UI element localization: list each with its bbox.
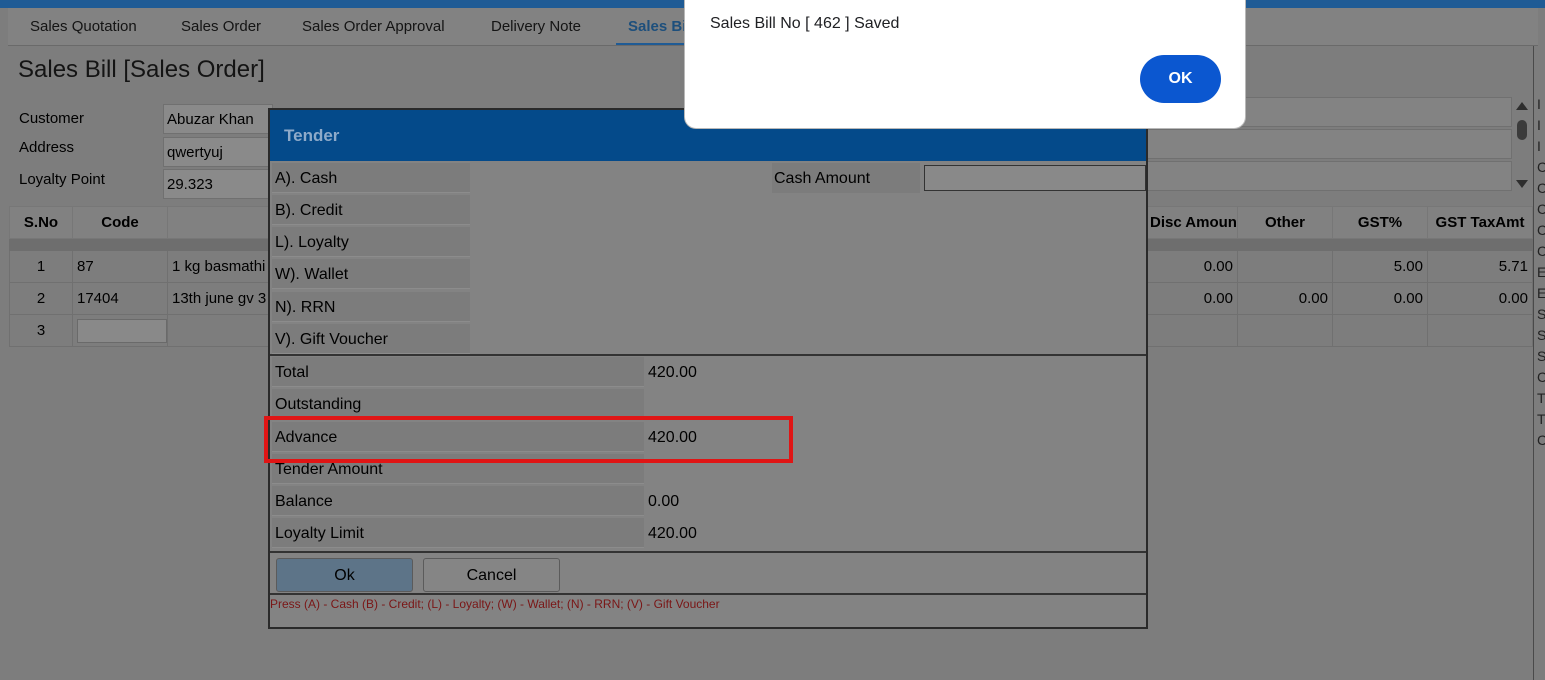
side-panel-label: S	[1537, 348, 1545, 364]
side-panel-label: I	[1537, 138, 1541, 154]
customer-field[interactable]: Abuzar Khan	[163, 104, 273, 134]
col-sno-header: S.No	[9, 206, 73, 239]
cell-code[interactable]: 87	[72, 250, 168, 283]
tender-modes: A). Cash B). Credit L). Loyalty W). Wall…	[270, 161, 1146, 356]
cell-sno: 3	[9, 314, 73, 347]
mode-rrn[interactable]: N). RRN	[272, 292, 470, 322]
code-input[interactable]	[77, 318, 167, 343]
page-title: Sales Bill [Sales Order]	[18, 56, 265, 83]
col-gst-pct-header: GST%	[1332, 206, 1428, 239]
summary-label: Loyalty Limit	[272, 518, 644, 548]
mode-cash[interactable]: A). Cash	[272, 163, 470, 193]
mode-loyalty[interactable]: L). Loyalty	[272, 227, 470, 257]
address-field[interactable]: qwertyuj	[163, 137, 273, 167]
side-panel-label: T	[1537, 411, 1545, 427]
advance-highlight-box	[264, 416, 793, 463]
header-scrollbar[interactable]	[1513, 98, 1531, 192]
address-label: Address	[19, 139, 75, 156]
scroll-down-icon[interactable]	[1516, 180, 1528, 188]
summary-label: Outstanding	[272, 389, 644, 419]
col-gst-taxamt-header: GST TaxAmt	[1427, 206, 1533, 239]
cell-code[interactable]: 17404	[72, 282, 168, 315]
summary-label: Total	[272, 357, 644, 387]
cell-sno: 2	[9, 282, 73, 315]
shortcut-hint: Press (A) - Cash (B) - Credit; (L) - Loy…	[270, 597, 720, 611]
tab-sales-order-approval[interactable]: Sales Order Approval	[302, 18, 445, 35]
side-panel-label: I	[1537, 117, 1541, 133]
col-other-header: Other	[1237, 206, 1333, 239]
side-panel-label: T	[1537, 390, 1545, 406]
tab-delivery-note[interactable]: Delivery Note	[491, 18, 581, 35]
side-panel-label: C	[1537, 369, 1545, 385]
cell-disc-amount[interactable]: 0.00	[1145, 282, 1238, 315]
cell-other[interactable]	[1237, 250, 1333, 283]
customer-label: Customer	[19, 110, 85, 127]
summary-value: 0.00	[648, 493, 680, 510]
scroll-up-icon[interactable]	[1516, 102, 1528, 110]
header-field-3[interactable]	[1146, 161, 1512, 191]
side-panel-label: C	[1537, 159, 1545, 175]
cell-gst-pct[interactable]	[1332, 314, 1428, 347]
summary-value: 420.00	[648, 364, 697, 381]
clipped-side-panel: IIICCCCCEESSSCTTC	[1533, 96, 1545, 656]
alert-dialog: Sales Bill No [ 462 ] Saved OK	[684, 0, 1246, 129]
alert-message: Sales Bill No [ 462 ] Saved	[710, 15, 900, 32]
tender-cancel-button[interactable]: Cancel	[423, 558, 560, 592]
side-panel-label: E	[1537, 285, 1545, 301]
side-panel-label: C	[1537, 243, 1545, 259]
cash-amount-input[interactable]	[924, 165, 1146, 191]
side-panel-label: C	[1537, 222, 1545, 238]
side-panel-label: C	[1537, 432, 1545, 448]
cell-gst-pct[interactable]: 5.00	[1332, 250, 1428, 283]
tab-sales-order[interactable]: Sales Order	[181, 18, 261, 35]
cell-gst-taxamt: 0.00	[1427, 282, 1533, 315]
side-panel-label: S	[1537, 306, 1545, 322]
summary-row-total: Total 420.00	[272, 357, 1144, 387]
side-panel-label: C	[1537, 201, 1545, 217]
cell-gst-taxamt	[1427, 314, 1533, 347]
summary-row-loyalty-limit: Loyalty Limit 420.00	[272, 518, 1144, 548]
cell-other[interactable]: 0.00	[1237, 282, 1333, 315]
summary-value: 420.00	[648, 525, 697, 542]
mode-credit[interactable]: B). Credit	[272, 195, 470, 225]
summary-row-outstanding: Outstanding	[272, 389, 1144, 419]
loyalty-point-field: 29.323	[163, 169, 273, 199]
side-panel-label: E	[1537, 264, 1545, 280]
cell-gst-pct[interactable]: 0.00	[1332, 282, 1428, 315]
cell-disc-amount[interactable]: 0.00	[1145, 250, 1238, 283]
cell-other[interactable]	[1237, 314, 1333, 347]
loyalty-point-label: Loyalty Point	[19, 171, 105, 188]
tender-dialog: Tender A). Cash B). Credit L). Loyalty W…	[268, 108, 1148, 629]
tab-sales-bill[interactable]: Sales Bi	[628, 18, 686, 35]
alert-ok-button[interactable]: OK	[1140, 55, 1221, 103]
cell-gst-taxamt: 5.71	[1427, 250, 1533, 283]
tender-ok-button[interactable]: Ok	[276, 558, 413, 592]
scroll-thumb[interactable]	[1517, 120, 1527, 140]
summary-label: Balance	[272, 486, 644, 516]
side-panel-label: I	[1537, 96, 1541, 112]
cash-amount-label: Cash Amount	[772, 163, 920, 193]
tender-button-row: Ok Cancel	[270, 553, 1146, 595]
tab-sales-quotation[interactable]: Sales Quotation	[30, 18, 137, 35]
header-field-2[interactable]	[1146, 129, 1512, 159]
cell-sno: 1	[9, 250, 73, 283]
cell-code[interactable]	[72, 314, 168, 347]
col-code-header: Code	[72, 206, 168, 239]
summary-row-balance: Balance 0.00	[272, 486, 1144, 516]
col-disc-amount-header: Disc Amount	[1145, 206, 1238, 239]
side-panel-label: S	[1537, 327, 1545, 343]
side-panel-label: C	[1537, 180, 1545, 196]
mode-wallet[interactable]: W). Wallet	[272, 259, 470, 289]
mode-gift-voucher[interactable]: V). Gift Voucher	[272, 324, 470, 354]
cell-disc-amount[interactable]	[1145, 314, 1238, 347]
